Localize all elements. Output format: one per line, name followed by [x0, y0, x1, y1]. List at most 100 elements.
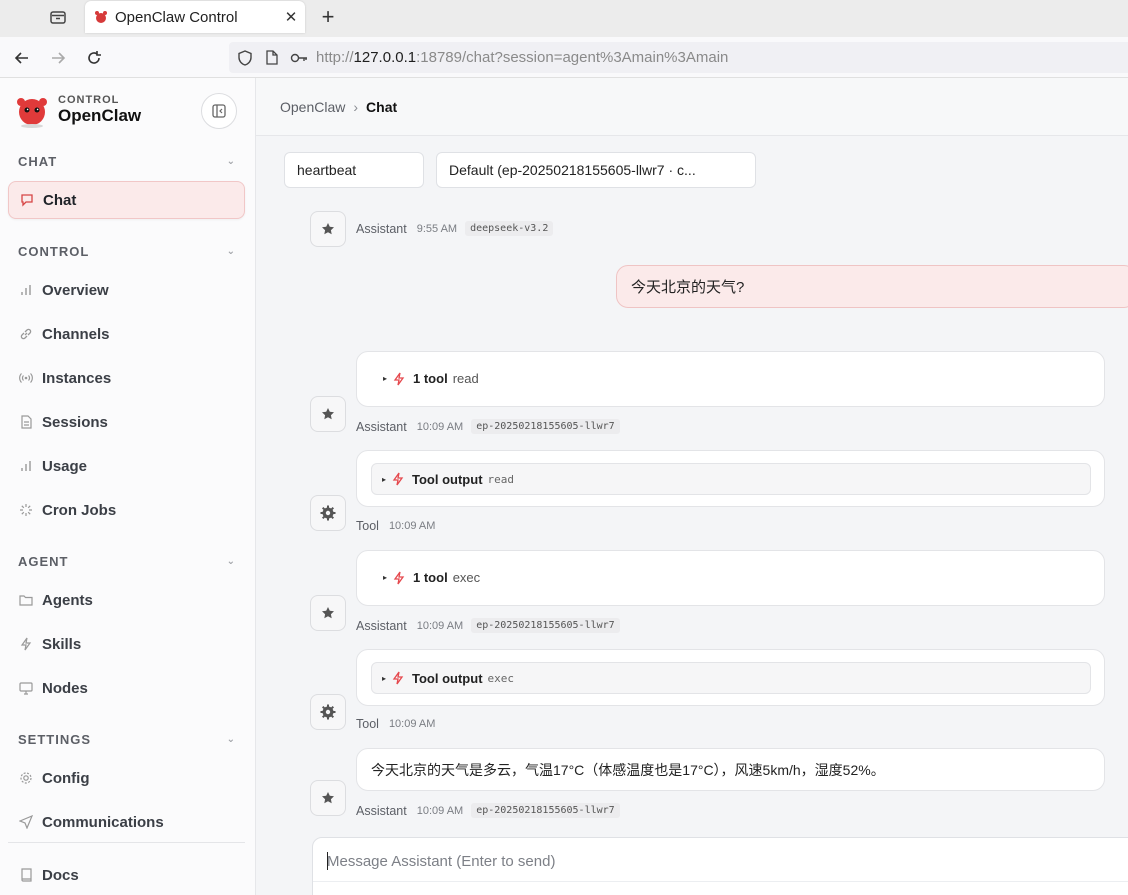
model-select[interactable]: Default (ep-20250218155605-llwr7 · c... [436, 152, 756, 188]
sidebar-item-nodes[interactable]: Nodes [8, 669, 245, 707]
new-tab-icon[interactable]: + [316, 4, 340, 29]
sidebar-item-label: Overview [42, 281, 109, 299]
model-badge: deepseek-v3.2 [465, 221, 554, 236]
breadcrumb-root[interactable]: OpenClaw [280, 99, 345, 115]
chevron-down-icon: ⌄ [226, 734, 236, 745]
sidebar-item-usage[interactable]: Usage [8, 447, 245, 485]
browser-tabbar: OpenClaw Control ✕ + [0, 0, 1128, 37]
tool-output-summary[interactable]: ▸ Tool output read [371, 463, 1091, 495]
breadcrumb-separator: › [353, 99, 359, 115]
message-time: 10:09 AM [388, 718, 436, 730]
breadcrumb-current: Chat [366, 99, 398, 115]
key-icon[interactable] [288, 47, 310, 69]
model-badge: ep-20250218155605-llwr7 [471, 618, 620, 633]
star-icon [322, 223, 334, 235]
sidebar-item-agents[interactable]: Agents [8, 581, 245, 619]
gear-icon [320, 505, 336, 521]
sidebar-item-skills[interactable]: Skills [8, 625, 245, 663]
gear-icon [320, 704, 336, 720]
radio-waves-icon [18, 370, 34, 386]
message-meta: Assistant 10:09 AM ep-20250218155605-llw… [356, 618, 620, 633]
page-icon[interactable] [261, 47, 283, 69]
main-panel: OpenClaw › Chat heartbeat Default (ep-20… [256, 78, 1128, 895]
reload-icon[interactable] [82, 46, 106, 70]
lightning-icon [393, 571, 407, 585]
tool-output-card: ▸ Tool output read [356, 450, 1105, 507]
lightning-icon [392, 671, 406, 685]
section-settings[interactable]: SETTINGS ⌄ [18, 732, 236, 747]
shield-icon[interactable] [234, 47, 256, 69]
assistant-avatar [310, 595, 346, 631]
sidebar-item-label: Skills [42, 635, 82, 653]
section-chat[interactable]: CHAT ⌄ [18, 154, 236, 169]
back-icon[interactable] [10, 46, 34, 70]
brand-name: OpenClaw [58, 106, 142, 125]
url-bar[interactable]: http://127.0.0.1:18789/chat?session=agen… [229, 42, 1128, 73]
tool-name: exec [452, 570, 481, 585]
message-meta: Tool 10:09 AM [356, 717, 435, 731]
collapse-sidebar-button[interactable] [201, 93, 237, 129]
expand-triangle-icon: ▸ [382, 474, 387, 484]
sidebar-toggle-icon [212, 104, 226, 118]
expand-triangle-icon: ▸ [383, 374, 388, 383]
tool-output-summary[interactable]: ▸ Tool output exec [371, 662, 1091, 694]
lightning-icon [393, 372, 407, 386]
tab-history-icon[interactable] [46, 6, 70, 28]
message-time: 10:09 AM [416, 420, 464, 433]
document-icon [18, 414, 34, 430]
message-time: 10:09 AM [416, 619, 464, 632]
sidebar-item-config[interactable]: Config [8, 759, 245, 797]
url-text[interactable]: http://127.0.0.1:18789/chat?session=agen… [316, 49, 728, 66]
link-icon [18, 326, 34, 342]
browser-tab[interactable]: OpenClaw Control ✕ [85, 1, 305, 33]
sidebar-item-label: Channels [42, 325, 110, 343]
sidebar-item-overview[interactable]: Overview [8, 271, 245, 309]
tab-close-icon[interactable]: ✕ [281, 7, 301, 27]
model-badge: ep-20250218155605-llwr7 [471, 803, 620, 818]
sidebar-item-instances[interactable]: Instances [8, 359, 245, 397]
spinner-icon [18, 502, 34, 518]
lightning-icon [18, 636, 34, 652]
message-time: 10:09 AM [416, 804, 464, 817]
brand-subtitle: CONTROL [58, 94, 120, 106]
sidebar-item-docs[interactable]: Docs [8, 856, 245, 894]
sidebar-item-channels[interactable]: Channels [8, 315, 245, 353]
message-time: 9:55 AM [416, 222, 458, 235]
openclaw-logo-icon [17, 98, 47, 128]
sidebar-item-communications[interactable]: Communications [8, 803, 245, 841]
tab-title: OpenClaw Control [115, 8, 238, 26]
tool-call-summary[interactable]: ▸ 1 tool read [383, 371, 479, 386]
sidebar: CONTROL OpenClaw CHAT ⌄ Chat CONTROL ⌄ Ove… [0, 78, 256, 895]
tool-call-card[interactable]: ▸ 1 tool exec [356, 550, 1105, 606]
composer [312, 837, 1128, 895]
brand[interactable]: CONTROL OpenClaw [14, 92, 141, 128]
section-control[interactable]: CONTROL ⌄ [18, 244, 236, 259]
forward-icon[interactable] [46, 46, 70, 70]
sidebar-item-label: Cron Jobs [42, 501, 117, 519]
tool-name: read [452, 371, 479, 386]
sidebar-divider [8, 842, 245, 843]
sidebar-item-cron-jobs[interactable]: Cron Jobs [8, 491, 245, 529]
sidebar-item-label: Config [42, 769, 90, 787]
sidebar-item-sessions[interactable]: Sessions [8, 403, 245, 441]
section-agent[interactable]: AGENT ⌄ [18, 554, 236, 569]
openclaw-favicon-icon [95, 11, 107, 23]
chevron-down-icon: ⌄ [226, 556, 236, 567]
tool-call-summary[interactable]: ▸ 1 tool exec [383, 570, 480, 585]
chat-bubble-icon [19, 192, 35, 208]
session-select[interactable]: heartbeat [284, 152, 424, 188]
sidebar-item-label: Docs [42, 866, 79, 884]
text-caret [327, 852, 328, 870]
assistant-message: 今天北京的天气是多云，气温17°C（体感温度也是17°C），风速5km/h，湿度… [356, 748, 1105, 791]
bar-chart-icon [18, 458, 34, 474]
star-icon [322, 607, 334, 619]
sidebar-item-label: Communications [42, 813, 164, 831]
expand-triangle-icon: ▸ [382, 673, 387, 683]
user-message: 今天北京的天气? [616, 265, 1128, 308]
tool-call-card[interactable]: ▸ 1 tool read [356, 351, 1105, 407]
monitor-icon [18, 680, 34, 696]
tool-name: exec [487, 671, 515, 685]
gear-icon [18, 770, 34, 786]
message-input[interactable] [327, 850, 1107, 872]
sidebar-item-chat[interactable]: Chat [8, 181, 245, 219]
